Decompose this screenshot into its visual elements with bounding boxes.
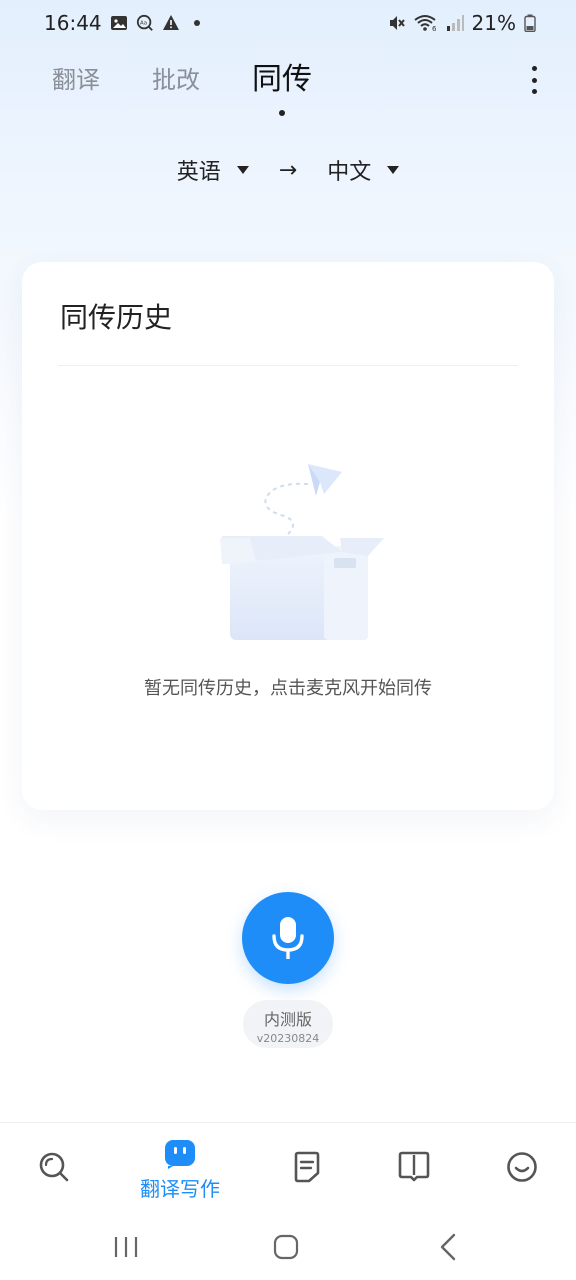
swap-arrow-icon[interactable]: →: [279, 158, 297, 183]
source-language-label: 英语: [176, 160, 221, 185]
tab-correct[interactable]: 批改: [152, 58, 200, 102]
nav-translate-write-label: 翻译写作: [140, 1177, 220, 1201]
more-dot-icon: [531, 66, 537, 71]
battery-percent: 21%: [471, 11, 516, 35]
more-dot-icon: [531, 89, 537, 94]
beta-badge: 内测版 v20230824: [243, 1000, 333, 1048]
document-icon: [294, 1151, 320, 1183]
recent-apps-button[interactable]: [112, 1232, 140, 1262]
target-language-dropdown[interactable]: 中文: [327, 154, 400, 186]
top-tabs: 翻译 批改 同传: [52, 58, 312, 116]
wifi-icon: 6: [413, 14, 438, 32]
tab-simultaneous[interactable]: 同传: [252, 58, 312, 116]
status-bar: 16:44 Aa 6 21%: [0, 0, 576, 46]
nav-search[interactable]: [32, 1123, 76, 1215]
back-chevron-icon: [440, 1233, 456, 1261]
status-right: 6 21%: [388, 11, 536, 35]
caret-down-icon: [387, 166, 400, 174]
more-dot-icon: [531, 77, 537, 83]
beta-label: 内测版: [263, 1010, 312, 1029]
history-card: 同传历史 暂无同传历史，点击麦克风开始同传: [22, 262, 554, 810]
nav-profile[interactable]: [504, 1123, 540, 1215]
svg-text:6: 6: [432, 25, 437, 32]
text-scan-icon: Aa: [136, 14, 154, 32]
more-menu-button[interactable]: [530, 66, 538, 94]
smile-icon: [507, 1152, 537, 1182]
microphone-button[interactable]: [242, 892, 334, 984]
home-button[interactable]: [272, 1232, 300, 1262]
empty-state-text: 暂无同传历史，点击麦克风开始同传: [144, 678, 432, 699]
dot-icon: [193, 20, 200, 26]
bottom-nav: 翻译写作: [0, 1122, 576, 1214]
caret-down-icon: [236, 166, 249, 174]
book-icon: [398, 1151, 430, 1182]
active-tab-indicator: [279, 110, 285, 116]
language-selector: 英语 → 中文: [0, 150, 576, 190]
target-language-label: 中文: [327, 160, 372, 185]
status-time: 16:44: [44, 11, 102, 35]
signal-icon: [446, 14, 464, 32]
battery-icon: [524, 14, 536, 32]
nav-translate-write[interactable]: 翻译写作: [130, 1123, 230, 1215]
nav-document[interactable]: [290, 1123, 324, 1215]
status-left: 16:44 Aa: [44, 11, 200, 35]
divider: [58, 365, 518, 366]
home-icon: [273, 1234, 299, 1260]
chat-bot-icon: [165, 1140, 195, 1169]
svg-text:Aa: Aa: [140, 20, 147, 26]
history-title: 同传历史: [60, 301, 173, 334]
mute-icon: [388, 14, 406, 32]
back-button[interactable]: [436, 1232, 460, 1262]
empty-box-illustration: [192, 452, 388, 642]
nav-book[interactable]: [396, 1123, 432, 1215]
image-icon: [110, 14, 128, 32]
recent-apps-icon: [114, 1237, 138, 1257]
source-language-dropdown[interactable]: 英语: [177, 154, 249, 186]
system-navigation-bar: [0, 1214, 576, 1280]
search-icon: [39, 1152, 69, 1182]
tab-simultaneous-label: 同传: [252, 62, 312, 97]
version-label: v20230824: [256, 1032, 320, 1045]
tab-translate[interactable]: 翻译: [52, 58, 100, 102]
warning-icon: [162, 14, 180, 32]
microphone-icon: [272, 917, 304, 959]
